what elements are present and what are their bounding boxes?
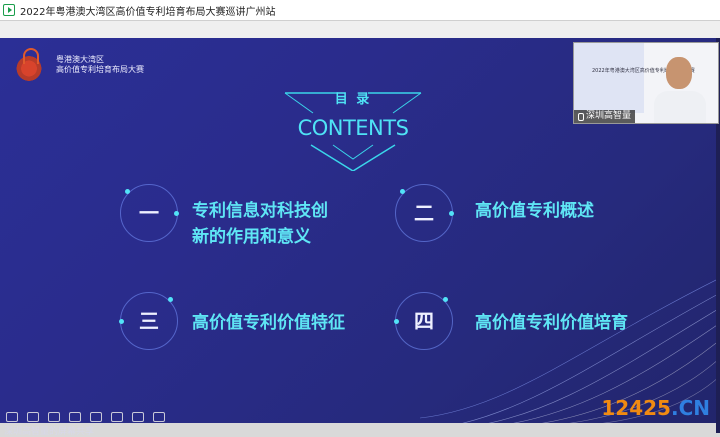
play-toolbar-icon[interactable] <box>48 412 60 422</box>
toc-item-2-line-1: 高价值专利概述 <box>475 201 594 221</box>
event-logo-text: 粤港澳大湾区 高价值专利培育布局大赛 <box>56 55 144 75</box>
participants-toolbar-icon[interactable] <box>90 412 102 422</box>
video-screen-text: 2022年粤港澳大湾区高价值专利培育布局大赛 <box>592 68 695 74</box>
watermark-part-2: .CN <box>670 396 710 420</box>
site-watermark: 12425.CN <box>601 396 710 420</box>
share-toolbar-icon[interactable] <box>69 412 81 422</box>
toc-item-3-line-1: 高价值专利价值特征 <box>192 313 345 333</box>
mic-toolbar-icon[interactable] <box>6 412 18 422</box>
toc-item-1-line-1: 专利信息对科技创 <box>192 201 328 221</box>
toc-item-3-number: 三 <box>139 309 159 333</box>
screen-share-label: 深圳高智量的屏幕共享 <box>4 427 95 437</box>
toc-item-1-number: 一 <box>139 201 159 225</box>
window-titlebar: 2022年粤港澳大湾区高价值专利培育布局大赛巡讲广州站 <box>0 0 720 21</box>
video-app-icon <box>3 4 15 16</box>
speaker-shirt <box>654 91 706 123</box>
window-title: 2022年粤港澳大湾区高价值专利培育布局大赛巡讲广州站 <box>20 6 276 18</box>
speaker-name: 深圳高智量 <box>586 111 632 121</box>
contents-heading: CONTENTS <box>297 116 409 140</box>
record-toolbar-icon[interactable] <box>132 412 144 422</box>
toc-item-1-text: 专利信息对科技创 新的作用和意义 <box>192 198 328 250</box>
microphone-icon <box>578 112 584 121</box>
speaker-video-tile[interactable]: 2022年粤港澳大湾区高价值专利培育布局大赛 深圳高智量 <box>573 42 719 124</box>
logo-line-1: 粤港澳大湾区 <box>56 55 104 64</box>
logo-line-2: 高价值专利培育布局大赛 <box>56 65 144 74</box>
video-background-screen: 2022年粤港澳大湾区高价值专利培育布局大赛 <box>574 43 695 113</box>
more-toolbar-icon[interactable] <box>153 412 165 422</box>
event-logo-icon <box>14 48 44 82</box>
top-spacer <box>0 21 720 38</box>
toc-item-2-text: 高价值专利概述 <box>475 198 594 224</box>
camera-toolbar-icon[interactable] <box>27 412 39 422</box>
speaker-head <box>666 57 692 89</box>
watermark-part-1: 12425 <box>601 396 671 420</box>
toc-item-3-text: 高价值专利价值特征 <box>192 310 345 336</box>
chat-toolbar-icon[interactable] <box>111 412 123 422</box>
mulu-heading: 目 录 <box>334 92 372 107</box>
meeting-toolbar <box>6 412 165 422</box>
toc-item-2-number: 二 <box>414 201 434 225</box>
toc-item-1-line-2: 新的作用和意义 <box>192 227 311 247</box>
speaker-name-label: 深圳高智量 <box>574 110 636 123</box>
